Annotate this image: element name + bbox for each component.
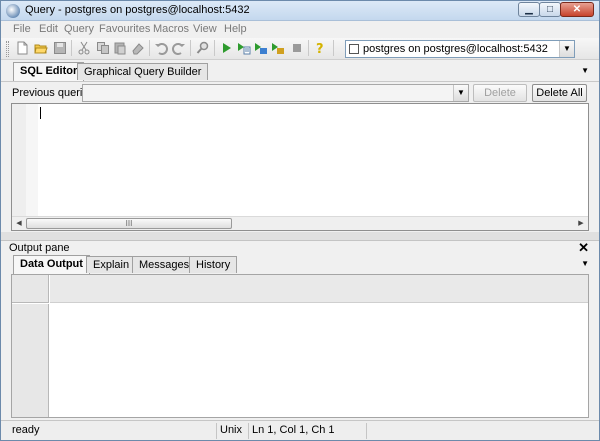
new-file-icon[interactable] xyxy=(15,41,29,55)
explain-analyze-icon[interactable] xyxy=(271,41,285,55)
tab-menu-arrow-icon[interactable]: ▼ xyxy=(581,66,589,75)
menu-file[interactable]: File xyxy=(13,23,31,35)
output-pane-title: Output pane xyxy=(9,242,70,254)
close-button[interactable]: ✕ xyxy=(560,2,594,17)
query-window: Query - postgres on postgres@localhost:5… xyxy=(0,0,600,441)
delete-all-button[interactable]: Delete All xyxy=(532,84,587,102)
title-bar[interactable]: Query - postgres on postgres@localhost:5… xyxy=(1,1,599,21)
connection-select[interactable]: postgres on postgres@localhost:5432 ▼ xyxy=(345,40,575,58)
toolbar-separator xyxy=(214,40,215,56)
data-output-grid[interactable] xyxy=(11,274,589,418)
toolbar-separator xyxy=(308,40,309,56)
previous-queries-bar: Previous queries ▼ Delete Delete All xyxy=(1,81,599,103)
fold-margin xyxy=(26,104,38,217)
maximize-button[interactable]: □ xyxy=(539,2,561,17)
editor-tab-strip: SQL Editor Graphical Query Builder ▼ xyxy=(1,61,599,81)
undo-icon[interactable] xyxy=(154,41,168,55)
toolbar-grip[interactable] xyxy=(6,41,9,57)
menu-macros[interactable]: Macros xyxy=(153,23,189,35)
window-title: Query - postgres on postgres@localhost:5… xyxy=(25,4,250,16)
scroll-thumb[interactable]: III xyxy=(26,218,232,229)
chevron-down-icon[interactable]: ▼ xyxy=(559,41,574,57)
menu-favourites[interactable]: Favourites xyxy=(99,23,150,35)
execute-to-file-icon[interactable] xyxy=(237,41,251,55)
status-state: ready xyxy=(9,423,217,439)
toolbar-separator xyxy=(149,40,150,56)
menu-bar: File Edit Query Favourites Macros View H… xyxy=(1,22,599,38)
horizontal-scrollbar[interactable]: ◀ III ▶ xyxy=(12,216,588,230)
tab-sql-editor[interactable]: SQL Editor xyxy=(13,62,85,81)
tab-menu-arrow-icon[interactable]: ▼ xyxy=(581,259,589,268)
toolbar: ? postgres on postgres@localhost:5432 ▼ xyxy=(1,38,599,60)
svg-text:?: ? xyxy=(316,42,324,55)
tab-data-output[interactable]: Data Output xyxy=(13,255,90,274)
sql-editor[interactable]: ◀ III ▶ xyxy=(11,103,589,231)
connection-status-icon xyxy=(349,44,359,54)
explain-icon[interactable] xyxy=(254,41,268,55)
status-bar: ready Unix Ln 1, Col 1, Ch 1 xyxy=(1,420,599,440)
menu-query[interactable]: Query xyxy=(64,23,94,35)
tab-graphical-query-builder[interactable]: Graphical Query Builder xyxy=(77,63,209,80)
save-icon[interactable] xyxy=(53,41,67,55)
chevron-down-icon[interactable]: ▼ xyxy=(453,85,468,101)
line-number-gutter xyxy=(12,104,26,217)
toolbar-separator xyxy=(333,40,334,56)
copy-icon[interactable] xyxy=(96,41,110,55)
find-icon[interactable] xyxy=(196,41,210,55)
cancel-icon[interactable] xyxy=(290,41,304,55)
pgadmin-elephant-icon xyxy=(6,4,20,18)
execute-icon[interactable] xyxy=(220,41,234,55)
grid-row-header xyxy=(12,304,49,417)
scroll-right-icon[interactable]: ▶ xyxy=(574,217,588,230)
grid-column-header xyxy=(50,275,588,303)
output-pane-header: Output pane ✕ xyxy=(1,240,599,255)
cut-icon[interactable] xyxy=(77,41,91,55)
output-tab-strip: Data Output Explain Messages History ▼ xyxy=(1,254,599,274)
minimize-button[interactable]: ▁ xyxy=(518,2,540,17)
grid-corner-cell[interactable] xyxy=(12,275,49,303)
help-icon[interactable]: ? xyxy=(313,41,327,57)
status-encoding: Unix xyxy=(217,423,249,439)
open-folder-icon[interactable] xyxy=(34,41,48,55)
redo-icon[interactable] xyxy=(172,41,186,55)
scroll-left-icon[interactable]: ◀ xyxy=(12,217,26,230)
delete-button[interactable]: Delete xyxy=(473,84,527,102)
toolbar-separator xyxy=(71,40,72,56)
menu-edit[interactable]: Edit xyxy=(39,23,58,35)
tab-history[interactable]: History xyxy=(189,256,238,273)
clear-icon[interactable] xyxy=(131,41,145,55)
text-caret xyxy=(40,107,41,119)
toolbar-separator xyxy=(190,40,191,56)
tab-explain[interactable]: Explain xyxy=(86,256,137,273)
connection-value: postgres on postgres@localhost:5432 xyxy=(363,43,548,55)
previous-queries-select[interactable]: ▼ xyxy=(82,84,469,102)
pane-splitter[interactable] xyxy=(1,232,599,240)
paste-icon[interactable] xyxy=(113,41,127,55)
status-cursor-position: Ln 1, Col 1, Ch 1 xyxy=(249,423,367,439)
menu-view[interactable]: View xyxy=(193,23,217,35)
tab-messages[interactable]: Messages xyxy=(132,256,197,273)
menu-help[interactable]: Help xyxy=(224,23,247,35)
